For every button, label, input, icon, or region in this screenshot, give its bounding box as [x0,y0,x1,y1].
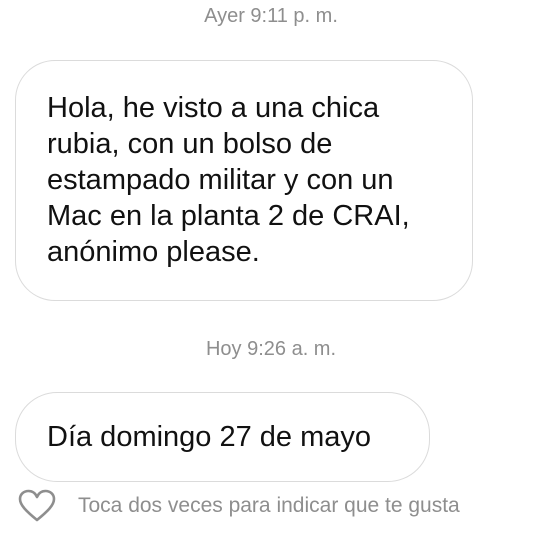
message-bubble[interactable]: Hola, he visto a una chica rubia, con un… [15,60,473,301]
like-hint-text: Toca dos veces para indicar que te gusta [78,494,460,517]
heart-outline-icon[interactable] [18,489,56,523]
like-hint-row: Toca dos veces para indicar que te gusta [18,488,460,524]
message-text: Día domingo 27 de mayo [47,421,372,453]
message-bubble[interactable]: Día domingo 27 de mayo [15,392,430,482]
chat-screen: Ayer 9:11 p. m. Hola, he visto a una chi… [0,0,542,542]
message-timestamp: Ayer 9:11 p. m. [204,5,338,27]
message-timestamp: Hoy 9:26 a. m. [205,338,337,360]
message-text: Hola, he visto a una chica rubia, con un… [47,92,410,268]
